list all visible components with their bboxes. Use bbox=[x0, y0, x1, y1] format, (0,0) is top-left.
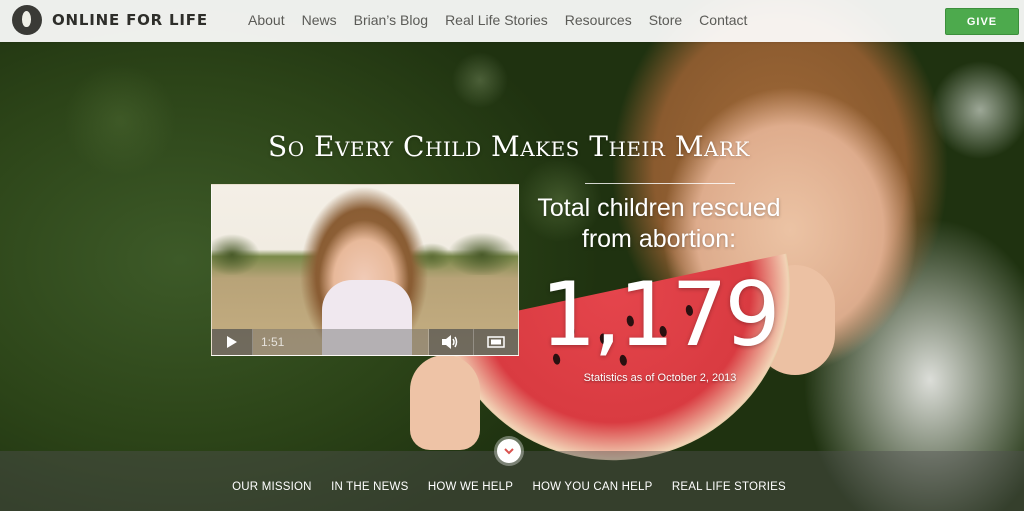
fullscreen-button[interactable] bbox=[474, 329, 518, 355]
nav-item-blog[interactable]: Brian’s Blog bbox=[354, 12, 428, 28]
chevron-down-icon bbox=[504, 447, 514, 454]
logo[interactable]: ONLINE FOR LIFE bbox=[12, 5, 208, 35]
play-icon bbox=[227, 336, 237, 348]
site-header: ONLINE FOR LIFE About News Brian’s Blog … bbox=[0, 0, 1024, 42]
video-player[interactable]: 1:51 bbox=[211, 184, 519, 356]
stat-label: Total children rescued from abortion: bbox=[520, 193, 798, 255]
video-thumbnail-trees bbox=[212, 225, 518, 275]
section-nav-how-you-can-help[interactable]: HOW YOU CAN HELP bbox=[533, 481, 653, 493]
hero-headline: So Every Child Makes Their Mark bbox=[268, 130, 750, 163]
video-time: 1:51 bbox=[261, 335, 285, 349]
section-nav-our-mission[interactable]: OUR MISSION bbox=[232, 481, 312, 493]
nav-item-about[interactable]: About bbox=[248, 12, 285, 28]
girl-hand-image bbox=[410, 355, 480, 450]
scroll-down-button[interactable] bbox=[497, 439, 521, 463]
stat-label-line1: Total children rescued bbox=[537, 194, 781, 222]
section-nav-how-we-help[interactable]: HOW WE HELP bbox=[428, 481, 513, 493]
video-controls: 1:51 bbox=[212, 329, 518, 355]
section-nav-real-life-stories[interactable]: REAL LIFE STORIES bbox=[672, 481, 786, 493]
stat-date: Statistics as of October 2, 2013 bbox=[583, 372, 737, 384]
nav-item-news[interactable]: News bbox=[302, 12, 337, 28]
volume-button[interactable] bbox=[429, 329, 474, 355]
video-progress-bar[interactable]: 1:51 bbox=[253, 329, 429, 355]
nav-item-store[interactable]: Store bbox=[649, 12, 682, 28]
brand-name: ONLINE FOR LIFE bbox=[52, 11, 208, 29]
volume-icon bbox=[442, 335, 458, 349]
stat-divider bbox=[585, 183, 735, 184]
section-nav: OUR MISSION IN THE NEWS HOW WE HELP HOW … bbox=[0, 481, 1018, 493]
nav-item-real-life-stories[interactable]: Real Life Stories bbox=[445, 12, 548, 28]
give-button[interactable]: GIVE bbox=[945, 8, 1019, 35]
nav-item-resources[interactable]: Resources bbox=[565, 12, 632, 28]
children-rescued-count: 1,179 bbox=[540, 263, 781, 366]
section-nav-in-the-news[interactable]: IN THE NEWS bbox=[331, 481, 408, 493]
stat-label-line2: from abortion: bbox=[581, 225, 737, 253]
nav-item-contact[interactable]: Contact bbox=[699, 12, 747, 28]
play-button[interactable] bbox=[212, 329, 253, 355]
main-nav: About News Brian’s Blog Real Life Storie… bbox=[248, 12, 764, 28]
footprint-icon bbox=[12, 5, 42, 35]
fullscreen-icon bbox=[487, 336, 505, 348]
